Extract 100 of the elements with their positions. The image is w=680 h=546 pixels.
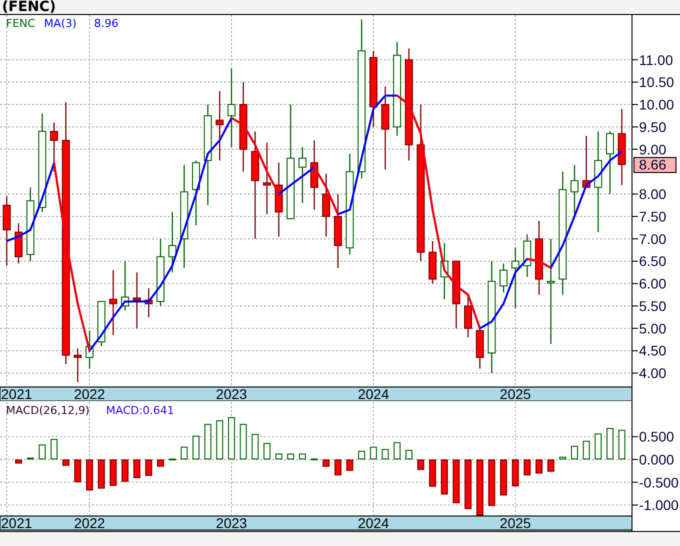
histogram-bar <box>110 459 117 486</box>
histogram-bar <box>62 459 70 466</box>
histogram-bar <box>298 454 306 460</box>
histogram-bar <box>582 440 590 460</box>
candlestick <box>322 174 330 237</box>
axis-label: 7.00 <box>639 230 666 247</box>
candlestick <box>500 263 508 293</box>
candlestick <box>132 272 141 328</box>
page-title: (FENC) <box>1 0 57 14</box>
histogram-bar <box>524 459 531 476</box>
histogram-bar <box>488 459 496 506</box>
candlestick <box>476 326 484 369</box>
year-label: 2024 <box>358 515 389 531</box>
axis-label: 5.50 <box>639 298 666 314</box>
histogram-bar <box>536 459 543 474</box>
legend-label: FENC <box>6 17 36 30</box>
histogram-bar <box>287 454 294 460</box>
year-label: 2023 <box>216 515 248 531</box>
candlestick <box>216 91 224 160</box>
candlestick <box>192 160 200 226</box>
histogram-bar <box>122 459 129 482</box>
histogram-bar <box>618 430 626 460</box>
histogram-bar <box>606 428 614 460</box>
candlestick <box>50 122 58 172</box>
axis-label: 10.00 <box>639 96 674 113</box>
axis-label: 9.00 <box>639 141 666 158</box>
year-label: 2024 <box>358 386 389 401</box>
axis-label: 0.000 <box>639 451 674 468</box>
candlestick <box>570 164 579 216</box>
histogram-bar <box>346 459 354 471</box>
histogram-bar <box>322 459 330 467</box>
histogram-bar <box>263 443 270 460</box>
axis-label: 6.50 <box>639 253 666 270</box>
legend-label: MACD(26,12,9) <box>6 404 90 417</box>
axis-label: 9.50 <box>639 118 666 135</box>
candlestick <box>121 261 130 310</box>
candlestick <box>144 288 153 318</box>
histogram-bar <box>133 459 140 478</box>
candlestick <box>168 212 176 272</box>
candlestick <box>298 147 306 204</box>
candlestick <box>262 142 271 214</box>
year-label: 2021 <box>1 386 32 401</box>
histogram-bar <box>86 459 94 490</box>
histogram-bar <box>512 459 519 486</box>
histogram-bar <box>440 459 448 495</box>
histogram-bar <box>240 424 247 460</box>
price-tag: 8.66 <box>634 156 676 174</box>
axis-label: 11.00 <box>639 52 673 68</box>
histogram-bar <box>559 456 566 460</box>
candlestick <box>74 348 82 382</box>
histogram-bar <box>74 459 82 482</box>
histogram-bar <box>50 438 58 460</box>
axis-label: 4.00 <box>639 365 666 382</box>
axis-label: 6.00 <box>639 276 666 292</box>
year-label: 2023 <box>216 386 248 401</box>
year-label: 2022 <box>74 386 106 401</box>
histogram-bar <box>382 448 389 460</box>
candlestick <box>523 234 532 277</box>
candlestick <box>310 140 318 210</box>
legend-label: MA(3) <box>44 17 77 30</box>
candlestick <box>511 248 520 308</box>
histogram-bar <box>547 459 554 472</box>
year-label: 2021 <box>1 515 32 531</box>
histogram-bar <box>216 420 224 460</box>
histogram-bar <box>157 459 164 467</box>
histogram-bar <box>204 424 212 460</box>
candlestick <box>156 238 165 306</box>
axis-label: 10.50 <box>639 74 674 90</box>
histogram-bar <box>180 446 188 460</box>
axis-label: -0.500 <box>639 474 679 490</box>
axis-label: 8.00 <box>639 186 666 202</box>
histogram-bar <box>476 459 484 516</box>
histogram-bar <box>15 459 22 464</box>
axis-label: 4.50 <box>639 342 666 359</box>
histogram-bar <box>145 459 152 476</box>
candlestick <box>109 270 118 336</box>
histogram-bar <box>98 459 105 489</box>
candlestick <box>97 301 106 346</box>
histogram-bar <box>192 436 200 460</box>
legend-label: MACD:0.641 <box>106 404 174 417</box>
histogram-bar <box>394 442 401 460</box>
histogram-bar <box>571 446 578 460</box>
candlestick <box>464 294 472 338</box>
histogram-bar <box>500 459 508 496</box>
candlestick <box>582 136 590 188</box>
histogram-bar <box>594 433 602 460</box>
histogram-bar <box>370 446 377 460</box>
axis-label: 7.50 <box>639 208 666 224</box>
histogram-bar <box>228 417 235 460</box>
year-label: 2025 <box>500 515 531 531</box>
candlestick <box>452 260 460 328</box>
axis-label: -1.000 <box>639 497 679 514</box>
histogram-bar <box>429 459 436 487</box>
year-label: 2025 <box>500 386 531 401</box>
histogram-bar <box>334 459 342 476</box>
candlestick <box>14 223 23 264</box>
candlestick <box>428 241 437 284</box>
histogram-bar <box>275 454 282 460</box>
axis-label: 5.00 <box>639 320 666 336</box>
histogram-bar <box>417 459 424 470</box>
